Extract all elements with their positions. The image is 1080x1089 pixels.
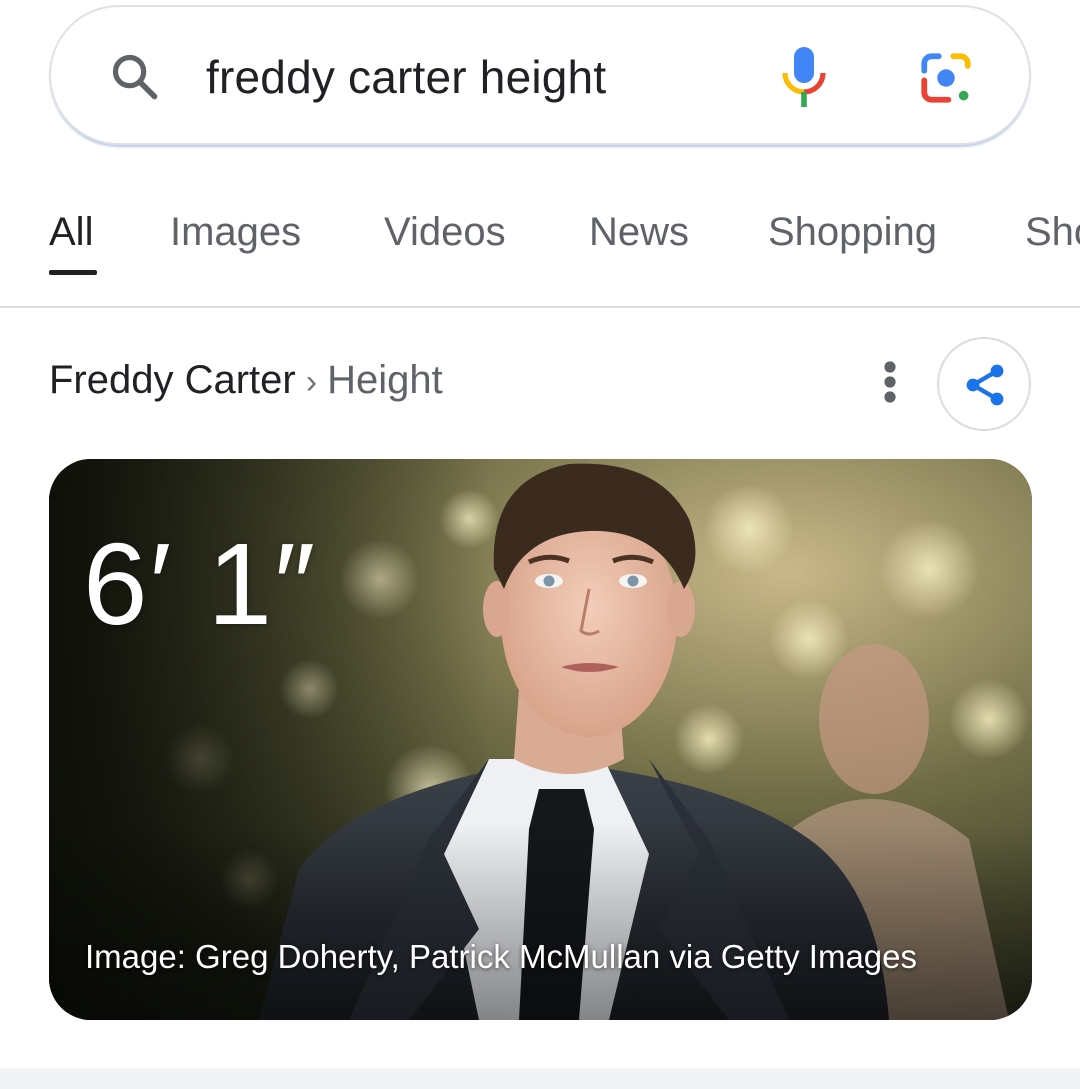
search-bar[interactable]: freddy carter height [49, 5, 1031, 145]
tab-short-videos[interactable]: Sho [1025, 208, 1080, 256]
tab-videos[interactable]: Videos [384, 208, 506, 256]
tab-images[interactable]: Images [170, 208, 301, 256]
height-value: 6′ 1″ [83, 519, 318, 649]
active-tab-indicator [49, 270, 97, 275]
share-button[interactable] [937, 337, 1031, 431]
tab-all[interactable]: All [49, 208, 93, 256]
image-credit: Image: Greg Doherty, Patrick McMullan vi… [85, 938, 918, 975]
search-icon[interactable] [109, 51, 161, 103]
microphone-icon[interactable] [779, 45, 829, 109]
breadcrumb-entity[interactable]: Freddy Carter [49, 358, 296, 402]
share-icon [966, 364, 1004, 406]
breadcrumb: Freddy Carter › Height [49, 356, 443, 406]
search-tabs: All Images Videos News Shopping Sho [0, 190, 1080, 308]
height-photo-card[interactable]: 6′ 1″ Image: Greg Doherty, Patrick McMul… [49, 459, 1032, 1020]
tab-news[interactable]: News [589, 208, 689, 256]
divider-band [0, 1068, 1080, 1089]
breadcrumb-separator: › [305, 363, 318, 401]
more-vertical-icon[interactable] [874, 360, 906, 404]
google-lens-icon[interactable] [917, 49, 975, 107]
breadcrumb-attribute: Height [327, 358, 443, 402]
tab-shopping[interactable]: Shopping [768, 208, 937, 256]
search-input[interactable]: freddy carter height [206, 47, 606, 107]
search-results-page: freddy carter height All Images Videos N… [0, 0, 1080, 1089]
